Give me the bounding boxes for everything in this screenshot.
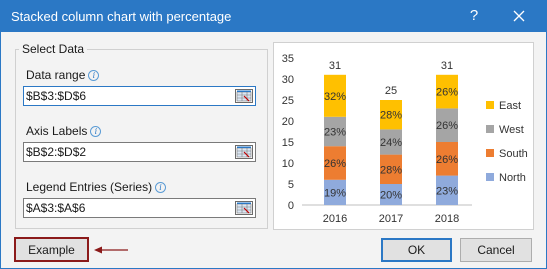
x-tick-label: 2018 bbox=[435, 213, 459, 225]
close-icon[interactable] bbox=[507, 6, 531, 26]
help-button[interactable]: ? bbox=[463, 6, 485, 26]
y-tick-label: 20 bbox=[282, 116, 294, 128]
y-tick-label: 30 bbox=[282, 74, 294, 86]
data-label: 28% bbox=[380, 110, 402, 122]
x-tick-label: 2017 bbox=[379, 213, 403, 225]
example-button[interactable]: Example bbox=[14, 237, 89, 262]
ok-button[interactable]: OK bbox=[381, 238, 452, 262]
legend-swatch-west bbox=[486, 125, 494, 133]
info-icon[interactable]: i bbox=[88, 70, 100, 81]
range-select-icon[interactable] bbox=[235, 145, 253, 159]
title-bar: Stacked column chart with percentage ? bbox=[1, 1, 546, 32]
data-range-field[interactable] bbox=[23, 86, 256, 106]
total-label: 31 bbox=[441, 60, 453, 72]
legend-label: East bbox=[499, 100, 521, 112]
x-tick-label: 2016 bbox=[323, 213, 347, 225]
legend-label: North bbox=[499, 172, 526, 184]
legend-swatch-east bbox=[486, 101, 494, 109]
legend-label: West bbox=[499, 124, 524, 136]
data-label: 26% bbox=[436, 87, 458, 99]
y-tick-label: 10 bbox=[282, 158, 294, 170]
y-tick-label: 5 bbox=[288, 179, 294, 191]
range-select-icon[interactable] bbox=[235, 201, 253, 215]
data-range-label: Data range i bbox=[26, 68, 100, 82]
legend-label: South bbox=[499, 148, 528, 160]
y-tick-label: 25 bbox=[282, 95, 294, 107]
data-label: 24% bbox=[380, 137, 402, 149]
legend-swatch-south bbox=[486, 149, 494, 157]
data-label: 26% bbox=[436, 120, 458, 132]
stacked-column-chart: 0 5 10 15 20 25 30 35 19% 26% 23% 32% 31 2016 20% 28% 24… bbox=[282, 53, 528, 225]
chart-preview: 0 5 10 15 20 25 30 35 19% 26% 23% 32% 31 2016 20% 28% 24… bbox=[273, 42, 534, 230]
cancel-button[interactable]: Cancel bbox=[460, 238, 532, 262]
legend-entries-input[interactable] bbox=[26, 200, 226, 216]
info-icon[interactable]: i bbox=[155, 182, 167, 193]
dialog-window: Stacked column chart with percentage ? S… bbox=[0, 0, 547, 269]
axis-labels-field[interactable] bbox=[23, 142, 256, 162]
data-range-label-text: Data range bbox=[26, 68, 86, 82]
arrow-icon bbox=[93, 244, 129, 258]
y-tick-label: 15 bbox=[282, 137, 294, 149]
select-data-label: Select Data bbox=[19, 42, 88, 56]
data-label: 20% bbox=[380, 190, 402, 202]
total-label: 25 bbox=[385, 85, 397, 97]
axis-labels-label: Axis Labels i bbox=[26, 124, 102, 138]
legend-swatch-north bbox=[486, 173, 494, 181]
range-select-icon[interactable] bbox=[235, 89, 253, 103]
data-label: 26% bbox=[324, 158, 346, 170]
data-label: 26% bbox=[436, 154, 458, 166]
window-title: Stacked column chart with percentage bbox=[11, 9, 232, 24]
data-label: 28% bbox=[380, 164, 402, 176]
data-range-input[interactable] bbox=[26, 88, 226, 104]
y-tick-label: 35 bbox=[282, 53, 294, 65]
info-icon[interactable]: i bbox=[90, 126, 102, 137]
axis-labels-input[interactable] bbox=[26, 144, 226, 160]
total-label: 31 bbox=[329, 60, 341, 72]
legend-entries-field[interactable] bbox=[23, 198, 256, 218]
data-label: 19% bbox=[324, 187, 346, 199]
y-tick-label: 0 bbox=[288, 200, 294, 212]
axis-labels-label-text: Axis Labels bbox=[26, 124, 88, 138]
data-label: 23% bbox=[436, 185, 458, 197]
data-label: 32% bbox=[324, 91, 346, 103]
legend-entries-label: Legend Entries (Series) i bbox=[26, 180, 167, 194]
data-label: 23% bbox=[324, 127, 346, 139]
legend-entries-label-text: Legend Entries (Series) bbox=[26, 180, 153, 194]
